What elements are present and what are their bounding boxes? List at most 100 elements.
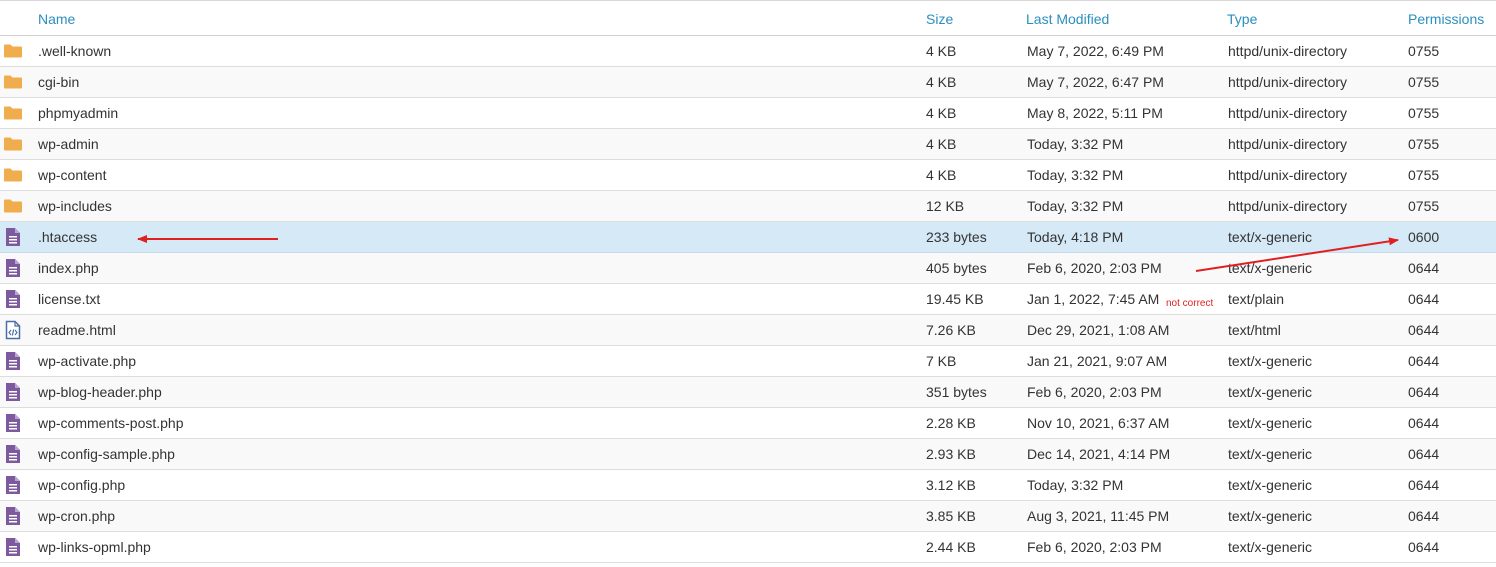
file-permissions: 0755 bbox=[1408, 136, 1440, 152]
file-size: 19.45 KB bbox=[926, 291, 984, 307]
last-modified: Dec 14, 2021, 4:14 PM bbox=[1027, 446, 1171, 462]
table-row[interactable]: wp-content 4 KB Today, 3:32 PM httpd/unix-d… bbox=[0, 160, 1496, 191]
text-file-icon bbox=[3, 444, 23, 464]
file-type: text/x-generic bbox=[1228, 353, 1313, 369]
file-name[interactable]: wp-links-opml.php bbox=[38, 539, 151, 555]
file-name[interactable]: index.php bbox=[38, 260, 99, 276]
file-type: httpd/unix-directory bbox=[1228, 105, 1348, 121]
file-name[interactable]: phpmyadmin bbox=[38, 105, 118, 121]
table-row[interactable]: readme.html 7.26 KB Dec 29, 2021, 1:08 AM t… bbox=[0, 315, 1496, 346]
file-permissions: 0644 bbox=[1408, 384, 1440, 400]
file-permissions: 0644 bbox=[1408, 415, 1440, 431]
folder-icon bbox=[3, 72, 23, 92]
table-row[interactable]: cgi-bin 4 KB May 7, 2022, 6:47 PM httpd/uni… bbox=[0, 67, 1496, 98]
file-type: text/x-generic bbox=[1228, 508, 1313, 524]
file-name[interactable]: license.txt bbox=[38, 291, 100, 307]
folder-icon bbox=[3, 196, 23, 216]
file-type: text/x-generic bbox=[1228, 229, 1313, 245]
table-row[interactable]: phpmyadmin 4 KB May 8, 2022, 5:11 PM httpd/… bbox=[0, 98, 1496, 129]
file-type: text/html bbox=[1228, 322, 1281, 338]
file-permissions: 0644 bbox=[1408, 477, 1440, 493]
text-file-icon bbox=[3, 351, 23, 371]
file-permissions: 0755 bbox=[1408, 105, 1440, 121]
last-modified: Feb 6, 2020, 2:03 PM bbox=[1027, 384, 1162, 400]
table-row[interactable]: wp-config-sample.php 2.93 KB Dec 14, 2021,… bbox=[0, 439, 1496, 470]
table-row[interactable]: .htaccess 233 bytes Today, 4:18 PM text/x-g… bbox=[0, 222, 1496, 253]
file-permissions: 0644 bbox=[1408, 508, 1440, 524]
file-name[interactable]: wp-config.php bbox=[38, 477, 125, 493]
last-modified: Today, 3:32 PM bbox=[1027, 167, 1124, 183]
table-row[interactable]: wp-activate.php 7 KB Jan 21, 2021, 9:07 AM… bbox=[0, 346, 1496, 377]
last-modified: Feb 6, 2020, 2:03 PM bbox=[1027, 260, 1162, 276]
file-type: text/x-generic bbox=[1228, 477, 1313, 493]
file-name[interactable]: wp-cron.php bbox=[38, 508, 115, 524]
column-header-permissions[interactable]: Permissions bbox=[1408, 11, 1484, 27]
file-size: 4 KB bbox=[926, 167, 957, 183]
last-modified: May 7, 2022, 6:49 PM bbox=[1027, 43, 1164, 59]
file-name[interactable]: .well-known bbox=[38, 43, 111, 59]
file-type: httpd/unix-directory bbox=[1228, 198, 1348, 214]
column-header-size[interactable]: Size bbox=[926, 11, 953, 27]
text-file-icon bbox=[3, 382, 23, 402]
file-name[interactable]: wp-includes bbox=[38, 198, 112, 214]
file-name[interactable]: wp-config-sample.php bbox=[38, 446, 175, 462]
column-header-type[interactable]: Type bbox=[1227, 11, 1257, 27]
file-size: 7.26 KB bbox=[926, 322, 976, 338]
table-row[interactable]: wp-config.php 3.12 KB Today, 3:32 PM text/x… bbox=[0, 470, 1496, 501]
file-size: 7 KB bbox=[926, 353, 957, 369]
file-permissions: 0644 bbox=[1408, 353, 1440, 369]
file-name[interactable]: wp-blog-header.php bbox=[38, 384, 162, 400]
file-size: 2.28 KB bbox=[926, 415, 976, 431]
last-modified: Jan 21, 2021, 9:07 AM bbox=[1027, 353, 1168, 369]
file-permissions: 0600 bbox=[1408, 229, 1440, 245]
file-size: 12 KB bbox=[926, 198, 965, 214]
column-header-name[interactable]: Name bbox=[38, 11, 75, 27]
file-type: httpd/unix-directory bbox=[1228, 136, 1348, 152]
text-file-icon bbox=[3, 537, 23, 557]
last-modified: May 7, 2022, 6:47 PM bbox=[1027, 74, 1164, 90]
table-row[interactable]: license.txt 19.45 KB Jan 1, 2022, 7:45 AM t… bbox=[0, 284, 1496, 315]
file-name[interactable]: wp-comments-post.php bbox=[38, 415, 184, 431]
table-row[interactable]: wp-comments-post.php 2.28 KB Nov 10, 2021,… bbox=[0, 408, 1496, 439]
text-file-icon bbox=[3, 258, 23, 278]
table-header: Name Size Last Modified Type Permissions bbox=[0, 0, 1496, 36]
file-name[interactable]: wp-activate.php bbox=[38, 353, 136, 369]
file-name[interactable]: readme.html bbox=[38, 322, 116, 338]
file-size: 2.44 KB bbox=[926, 539, 976, 555]
file-size: 4 KB bbox=[926, 136, 957, 152]
text-file-icon bbox=[3, 289, 23, 309]
file-permissions: 0644 bbox=[1408, 446, 1440, 462]
file-size: 4 KB bbox=[926, 43, 957, 59]
last-modified: Nov 10, 2021, 6:37 AM bbox=[1027, 415, 1170, 431]
table-row[interactable]: wp-includes 12 KB Today, 3:32 PM httpd/unix… bbox=[0, 191, 1496, 222]
file-size: 2.93 KB bbox=[926, 446, 976, 462]
file-permissions: 0644 bbox=[1408, 291, 1440, 307]
file-permissions: 0644 bbox=[1408, 260, 1440, 276]
last-modified: Aug 3, 2021, 11:45 PM bbox=[1027, 508, 1170, 524]
last-modified: Today, 3:32 PM bbox=[1027, 136, 1124, 152]
table-row[interactable]: .well-known 4 KB May 7, 2022, 6:49 PM httpd… bbox=[0, 36, 1496, 67]
file-name[interactable]: wp-admin bbox=[38, 136, 99, 152]
column-header-last-modified[interactable]: Last Modified bbox=[1026, 11, 1109, 27]
last-modified: Today, 4:18 PM bbox=[1027, 229, 1124, 245]
file-permissions: 0644 bbox=[1408, 322, 1440, 338]
table-row[interactable]: index.php 405 bytes Feb 6, 2020, 2:03 PM te… bbox=[0, 253, 1496, 284]
file-size: 351 bytes bbox=[926, 384, 987, 400]
file-name[interactable]: wp-content bbox=[38, 167, 106, 183]
table-row[interactable]: wp-cron.php 3.85 KB Aug 3, 2021, 11:45 PM t… bbox=[0, 501, 1496, 532]
file-type: httpd/unix-directory bbox=[1228, 74, 1348, 90]
folder-icon bbox=[3, 134, 23, 154]
annotation-note: not correct bbox=[1166, 298, 1214, 309]
file-permissions: 0755 bbox=[1408, 167, 1440, 183]
table-row[interactable]: wp-admin 4 KB Today, 3:32 PM httpd/unix-dir… bbox=[0, 129, 1496, 160]
table-row[interactable]: wp-blog-header.php 351 bytes Feb 6, 2020, … bbox=[0, 377, 1496, 408]
table-row[interactable]: wp-links-opml.php 2.44 KB Feb 6, 2020, 2:0… bbox=[0, 532, 1496, 563]
file-size: 4 KB bbox=[926, 74, 957, 90]
file-name[interactable]: cgi-bin bbox=[38, 74, 79, 90]
file-type: httpd/unix-directory bbox=[1228, 167, 1348, 183]
last-modified: Dec 29, 2021, 1:08 AM bbox=[1027, 322, 1170, 338]
text-file-icon bbox=[3, 475, 23, 495]
file-permissions: 0755 bbox=[1408, 198, 1440, 214]
file-name[interactable]: .htaccess bbox=[38, 229, 97, 245]
folder-icon bbox=[3, 41, 23, 61]
